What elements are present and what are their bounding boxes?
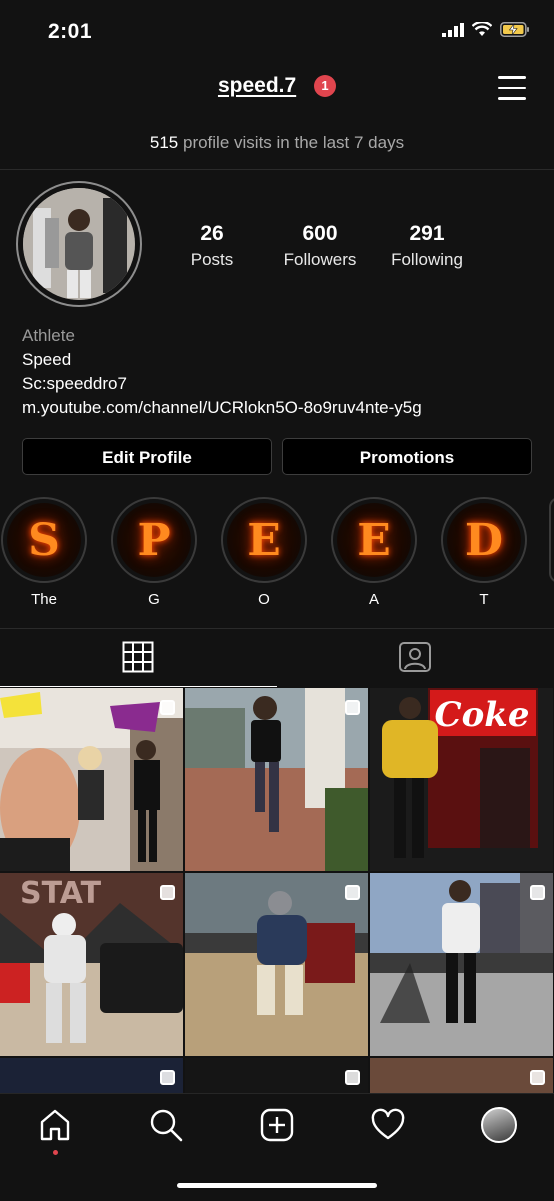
header-divider xyxy=(0,169,554,170)
home-icon xyxy=(40,1109,70,1141)
search-icon xyxy=(150,1109,183,1142)
multi-post-icon xyxy=(160,885,175,900)
highlight-item[interactable]: P G xyxy=(109,497,199,608)
highlight-cover: D xyxy=(447,503,521,577)
status-time: 2:01 xyxy=(48,20,93,43)
home-notification-dot xyxy=(52,1150,58,1155)
grid-post[interactable] xyxy=(370,873,553,1056)
profile-visits-text: profile visits in the last 7 days xyxy=(178,133,405,152)
bio-link[interactable]: m.youtube.com/channel/UCRlokn5O-8o9ruv4n… xyxy=(22,396,422,420)
promotions-button[interactable]: Promotions xyxy=(282,438,532,475)
tagged-person-icon xyxy=(399,642,431,672)
profile-avatar-icon xyxy=(483,1109,515,1141)
notification-badge[interactable]: 1 xyxy=(314,75,337,98)
highlight-label: O xyxy=(258,591,270,608)
multi-post-icon xyxy=(160,1070,175,1085)
grid-post[interactable] xyxy=(185,688,368,871)
active-tab-indicator xyxy=(0,686,277,687)
multi-post-icon xyxy=(160,700,175,715)
posts-stat[interactable]: 26 Posts xyxy=(157,222,267,270)
highlight-label: G xyxy=(148,591,160,608)
highlight-ring: E xyxy=(331,497,417,583)
multi-post-icon xyxy=(345,1070,360,1085)
nav-add[interactable] xyxy=(260,1108,294,1147)
highlight-label: A xyxy=(368,591,379,608)
status-icons xyxy=(442,22,530,37)
highlight-item-partial[interactable] xyxy=(549,497,554,583)
highlight-cover: S xyxy=(7,503,81,577)
bio-line: Sc:speeddro7 xyxy=(22,374,127,393)
grid-view-tab[interactable] xyxy=(122,641,154,678)
highlight-label: The xyxy=(31,591,57,608)
tabs-divider xyxy=(0,628,554,629)
posts-label: Posts xyxy=(190,250,234,269)
grid-post[interactable] xyxy=(185,1058,368,1093)
highlight-cover: P xyxy=(117,503,191,577)
followers-stat[interactable]: 600 Followers xyxy=(265,222,375,270)
avatar-photo xyxy=(23,188,135,300)
tagged-tab[interactable] xyxy=(398,641,432,678)
grid-post[interactable] xyxy=(0,688,183,871)
following-label: Following xyxy=(391,250,463,269)
followers-count: 600 xyxy=(302,222,338,245)
highlight-ring: E xyxy=(221,497,307,583)
highlight-cover: E xyxy=(337,503,411,577)
battery-charging-icon xyxy=(500,22,529,37)
nav-home[interactable] xyxy=(38,1108,72,1155)
following-stat[interactable]: 291 Following xyxy=(372,222,482,270)
signal-icon xyxy=(442,22,464,37)
grid-post[interactable]: Coke xyxy=(370,688,553,871)
followers-label: Followers xyxy=(283,250,357,269)
profile-header: speed.7 1 xyxy=(0,74,554,98)
nav-activity[interactable] xyxy=(371,1108,405,1147)
grid-post[interactable] xyxy=(370,1058,553,1093)
highlight-label: T xyxy=(479,591,489,608)
hamburger-menu-icon[interactable] xyxy=(498,76,526,100)
svg-text:Coke: Coke xyxy=(435,695,530,735)
profile-visits-banner[interactable]: 515 profile visits in the last 7 days xyxy=(0,133,554,153)
profile-avatar[interactable] xyxy=(16,181,142,307)
highlight-item[interactable]: E A xyxy=(329,497,419,608)
highlight-item[interactable]: E O xyxy=(219,497,309,608)
wifi-icon xyxy=(472,22,492,36)
profile-visits-count: 515 xyxy=(149,133,179,152)
highlight-ring: P xyxy=(111,497,197,583)
highlight-ring: D xyxy=(441,497,527,583)
multi-post-icon xyxy=(345,700,360,715)
bio-category: Athlete xyxy=(22,326,75,345)
grid-icon xyxy=(122,641,154,673)
highlight-cover: E xyxy=(227,503,301,577)
home-indicator xyxy=(177,1183,377,1188)
nav-profile[interactable] xyxy=(481,1107,517,1143)
nav-search[interactable] xyxy=(149,1108,183,1147)
posts-count: 26 xyxy=(200,222,224,245)
grid-post[interactable] xyxy=(0,1058,183,1093)
following-count: 291 xyxy=(409,222,445,245)
multi-post-icon xyxy=(530,885,545,900)
highlight-ring: S xyxy=(1,497,87,583)
multi-post-icon xyxy=(345,885,360,900)
bio: Athlete Speed Sc:speeddro7 m.youtube.com… xyxy=(22,324,422,420)
activity-heart-icon xyxy=(371,1108,405,1140)
highlight-item[interactable]: D T xyxy=(439,497,529,608)
grid-post[interactable]: STAT xyxy=(0,873,183,1056)
grid-post[interactable] xyxy=(185,873,368,1056)
bio-name: Speed xyxy=(22,350,72,369)
username-switcher[interactable]: speed.7 xyxy=(218,74,296,97)
highlight-item[interactable]: S The xyxy=(0,497,89,608)
multi-post-icon xyxy=(530,1070,545,1085)
edit-profile-button[interactable]: Edit Profile xyxy=(22,438,272,475)
add-post-icon xyxy=(260,1108,294,1142)
